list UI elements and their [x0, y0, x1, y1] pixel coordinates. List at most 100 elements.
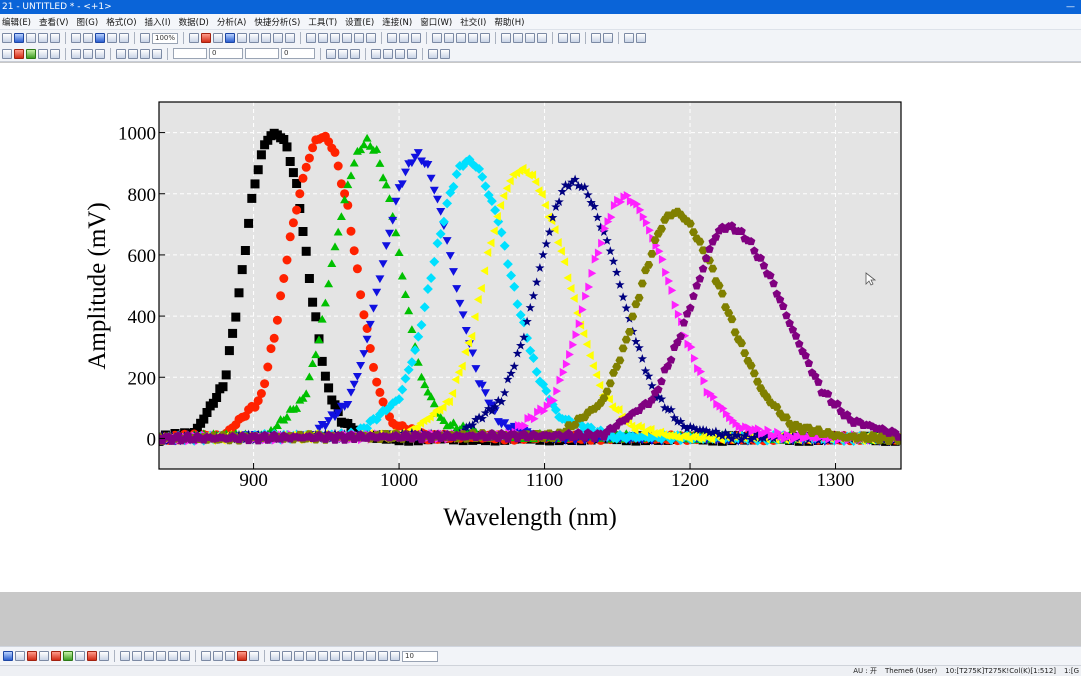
arrow-end-icon[interactable]: [636, 33, 647, 43]
align-middle-icon[interactable]: [318, 651, 328, 661]
line-plot-icon[interactable]: [15, 651, 25, 661]
open-icon[interactable]: [71, 33, 81, 43]
frame-layer-icon[interactable]: [180, 651, 190, 661]
minimize-icon[interactable]: —: [1066, 0, 1075, 14]
font-size-select[interactable]: 10: [402, 650, 438, 662]
group-icon[interactable]: [407, 48, 417, 59]
menu-item-7[interactable]: 快捷分析(S): [254, 16, 300, 28]
open-template-icon[interactable]: [83, 33, 93, 43]
menu-item-1[interactable]: 查看(V): [39, 16, 68, 28]
filter-clear-icon[interactable]: [399, 33, 410, 43]
align-center-icon[interactable]: [282, 651, 292, 661]
border-icon[interactable]: [350, 48, 360, 59]
save-template-icon[interactable]: [107, 33, 117, 43]
object-group-icon[interactable]: [213, 651, 223, 661]
fill-color-icon[interactable]: [116, 48, 126, 59]
align-top-icon[interactable]: [306, 651, 316, 661]
3d-plot-icon[interactable]: [75, 651, 85, 661]
bar-chart-icon[interactable]: [342, 33, 353, 43]
code-builder-icon[interactable]: [225, 33, 236, 43]
menu-item-6[interactable]: 分析(A): [217, 16, 246, 28]
sort-icon[interactable]: [318, 33, 329, 43]
image-icon[interactable]: [273, 33, 284, 43]
menu-item-13[interactable]: 帮助(H): [494, 16, 524, 28]
swap-columns-icon[interactable]: [558, 33, 569, 43]
filter-icon[interactable]: [387, 33, 398, 43]
menu-item-4[interactable]: 插入(I): [145, 16, 171, 28]
area-plot-icon[interactable]: [63, 651, 73, 661]
cut-icon[interactable]: [71, 48, 81, 59]
menu-item-10[interactable]: 连接(N): [382, 16, 412, 28]
rescale-icon[interactable]: [371, 48, 381, 59]
move-first-icon[interactable]: [501, 33, 512, 43]
flip-icon[interactable]: [390, 651, 400, 661]
refresh-icon[interactable]: [140, 33, 150, 43]
symbol-size-select[interactable]: 0: [281, 48, 315, 59]
distribute-icon[interactable]: [366, 651, 376, 661]
new-layout-icon[interactable]: [50, 33, 60, 43]
rotate-icon[interactable]: [378, 651, 388, 661]
layer-icon[interactable]: [237, 33, 248, 43]
new-worksheet-icon[interactable]: [14, 33, 24, 43]
layers-icon[interactable]: [50, 48, 60, 59]
arrow-next-icon[interactable]: [624, 33, 635, 43]
error-bar-icon[interactable]: [51, 651, 61, 661]
object-icon[interactable]: [201, 651, 211, 661]
swap-rows-icon[interactable]: [570, 33, 581, 43]
menu-item-2[interactable]: 图(G): [76, 16, 98, 28]
scatter-plot-icon[interactable]: [3, 651, 13, 661]
merge-graph-icon[interactable]: [144, 651, 154, 661]
import-icon[interactable]: [26, 48, 36, 59]
statistics-icon[interactable]: [330, 33, 341, 43]
object-front-icon[interactable]: [225, 651, 235, 661]
object-align-icon[interactable]: [249, 651, 259, 661]
same-height-icon[interactable]: [354, 651, 364, 661]
set-x-icon[interactable]: [432, 33, 443, 43]
arrow-right-icon[interactable]: [591, 33, 602, 43]
table-layout-icon[interactable]: [440, 48, 450, 59]
new-graph-icon[interactable]: [26, 33, 36, 43]
row-stats-icon[interactable]: [366, 33, 377, 43]
align-left-icon[interactable]: [270, 651, 280, 661]
column-stats-icon[interactable]: [354, 33, 365, 43]
add-column-icon[interactable]: [306, 33, 317, 43]
add-layer-icon[interactable]: [156, 651, 166, 661]
menu-item-0[interactable]: 编辑(E): [2, 16, 31, 28]
align-icon[interactable]: [395, 48, 405, 59]
project-explorer-icon[interactable]: [189, 33, 200, 43]
set-disregard-icon[interactable]: [480, 33, 491, 43]
align-bottom-icon[interactable]: [330, 651, 340, 661]
template-icon[interactable]: [120, 651, 130, 661]
symbol-icon[interactable]: [152, 48, 162, 59]
layout-icon[interactable]: [132, 651, 142, 661]
arrange-layers-icon[interactable]: [168, 651, 178, 661]
box-plot-icon[interactable]: [39, 651, 49, 661]
zoom-fit-icon[interactable]: [383, 48, 393, 59]
new-notes-icon[interactable]: [38, 33, 48, 43]
stats-plot-icon[interactable]: [99, 651, 109, 661]
paste-icon[interactable]: [95, 48, 105, 59]
print-icon[interactable]: [119, 33, 129, 43]
set-z-icon[interactable]: [456, 33, 467, 43]
contour-icon[interactable]: [87, 651, 97, 661]
line-color-icon[interactable]: [128, 48, 138, 59]
move-right-icon[interactable]: [525, 33, 536, 43]
menu-item-11[interactable]: 窗口(W): [420, 16, 452, 28]
frame-icon[interactable]: [428, 48, 438, 59]
move-left-icon[interactable]: [513, 33, 524, 43]
object-back-icon[interactable]: [237, 651, 247, 661]
menu-item-12[interactable]: 社交(I): [460, 16, 486, 28]
set-y-icon[interactable]: [444, 33, 455, 43]
duplicate-icon[interactable]: [38, 48, 48, 59]
results-log-icon[interactable]: [201, 33, 212, 43]
data-selector-icon[interactable]: [2, 48, 12, 59]
arrow-double-icon[interactable]: [603, 33, 614, 43]
menu-item-9[interactable]: 设置(E): [345, 16, 374, 28]
mask-icon[interactable]: [14, 48, 24, 59]
set-label-icon[interactable]: [468, 33, 479, 43]
menu-item-8[interactable]: 工具(T): [308, 16, 337, 28]
menu-item-5[interactable]: 数据(D): [179, 16, 209, 28]
line-width-select[interactable]: 0: [209, 48, 243, 59]
column-plot-icon[interactable]: [27, 651, 37, 661]
pattern-icon[interactable]: [326, 48, 336, 59]
